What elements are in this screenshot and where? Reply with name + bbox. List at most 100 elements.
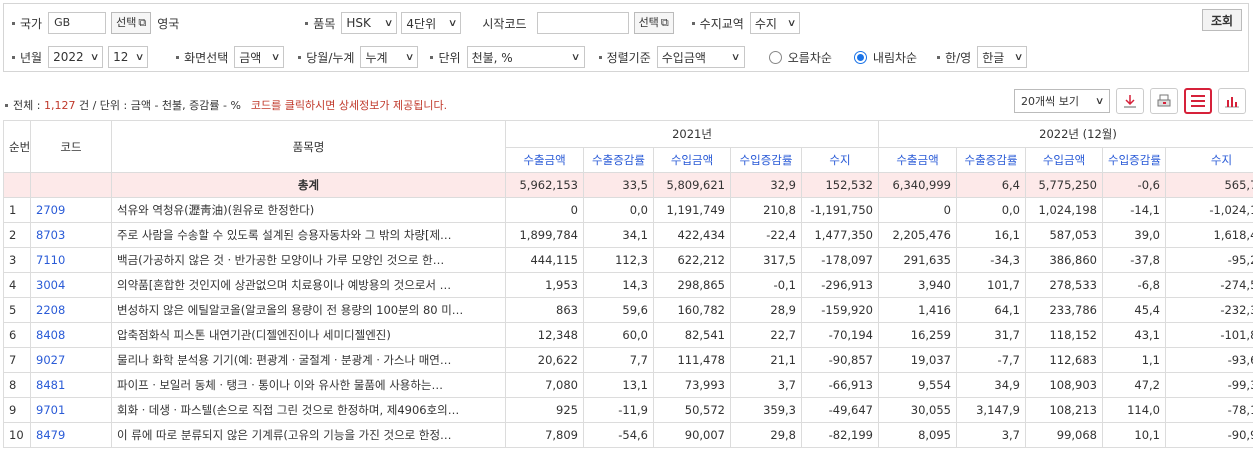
total-cell: 565,749 [1164, 172, 1253, 198]
value-cell: -178,097 [801, 247, 879, 273]
code-link[interactable]: 7110 [30, 247, 112, 273]
list-view-button[interactable] [1184, 88, 1212, 114]
item-name-cell: 의약품[혼합한 것인지에 상관없으며 치료용이나 예방용의 것으로서 … [111, 272, 506, 298]
value-cell: 30,055 [878, 397, 957, 423]
code-link[interactable]: 9027 [30, 347, 112, 373]
unit-select[interactable]: 천불, % ∨ [466, 46, 585, 68]
total-count: 1,127 [43, 98, 76, 112]
item-name-cell: 파이프ㆍ보일러 동체ㆍ탱크ㆍ통이나 이와 유사한 물품에 사용하는… [111, 372, 506, 398]
value-cell: 21,1 [730, 347, 802, 373]
value-cell: 19,037 [878, 347, 957, 373]
download-button[interactable] [1116, 88, 1144, 114]
print-button[interactable] [1150, 88, 1178, 114]
code-link[interactable]: 3004 [30, 272, 112, 298]
code-link[interactable]: 2208 [30, 297, 112, 323]
export-rate-header: 수출증감률 [956, 147, 1026, 173]
total-cell: -0,6 [1102, 172, 1166, 198]
period-value: 누계 [365, 50, 388, 65]
sort-desc-label: 내림차순 [872, 50, 918, 65]
value-cell: 1,477,350 [801, 222, 879, 248]
sort-select[interactable]: 수입금액 ∨ [656, 46, 745, 68]
item-level-select[interactable]: 4단위 ∨ [401, 12, 462, 34]
code-link[interactable]: 8479 [30, 422, 112, 448]
year-select[interactable]: 2022 ∨ [48, 46, 104, 68]
value-cell: 22,7 [730, 322, 802, 348]
trade-value: 수지 [754, 16, 777, 31]
month-select[interactable]: 12 ∨ [108, 46, 149, 68]
lang-select[interactable]: 한글 ∨ [977, 46, 1028, 68]
bullet [176, 55, 180, 59]
value-cell: 101,7 [956, 272, 1026, 298]
start-code-input[interactable] [536, 12, 629, 34]
export-rate-header: 수출증감률 [583, 147, 654, 173]
screen-select[interactable]: 금액 ∨ [234, 46, 285, 68]
rank-cell: 7 [3, 347, 31, 373]
value-cell: 59,6 [583, 297, 654, 323]
notice-text: 코드를 클릭하시면 상세정보가 제공됩니다. [250, 99, 448, 112]
table-row: 8 8481 파이프ㆍ보일러 동체ㆍ탱크ㆍ통이나 이와 유사한 물품에 사용하는… 7… [3, 372, 1253, 398]
bullet [691, 21, 695, 25]
item-name-cell: 변성하지 않은 에틸알코올(알코올의 용량이 전 용량의 100분의 80 미… [111, 297, 506, 323]
trade-select[interactable]: 수지 ∨ [749, 12, 800, 34]
value-cell: -34,3 [956, 247, 1026, 273]
sort-label: 정렬기준 [606, 50, 651, 65]
value-cell: 47,2 [1102, 372, 1166, 398]
sort-desc-radio[interactable]: 내림차순 [853, 49, 918, 66]
radio-circle-checked [853, 50, 867, 64]
rank-cell: 6 [3, 322, 31, 348]
lang-value: 한글 [982, 50, 1005, 65]
page-size-select[interactable]: 20개씩 보기 ∨ [1014, 89, 1110, 113]
country-code-input[interactable]: GB [48, 12, 107, 34]
code-link[interactable]: 2709 [30, 197, 112, 223]
item-name-cell: 이 류에 따로 분류되지 않은 기계류(고유의 기능을 가진 것으로 한정… [111, 422, 506, 448]
search-button[interactable]: 조회 [1202, 9, 1242, 31]
table-row: 6 8408 압축점화식 피스톤 내연기관(디젤엔진이나 세미디젤엔진) 12,348… [3, 322, 1253, 348]
value-cell: 422,434 [653, 222, 731, 248]
total-empty [30, 172, 112, 198]
unit-label: 단위 [438, 50, 461, 65]
start-code-label: 시작코드 [482, 16, 527, 31]
value-cell: 82,541 [653, 322, 731, 348]
chart-view-button[interactable] [1218, 88, 1246, 114]
table-row: 4 3004 의약품[혼합한 것인지에 상관없으며 치료용이나 예방용의 것으로서 … [3, 272, 1253, 298]
country-select-button[interactable]: 선택 ⧉ [111, 12, 152, 34]
unit-info: 건 / 단위 : 금액 - 천불, 증감률 - % [78, 99, 241, 112]
balance-header: 수지 [1164, 147, 1253, 173]
value-cell: 622,212 [653, 247, 731, 273]
code-link[interactable]: 8481 [30, 372, 112, 398]
value-cell: 0 [878, 197, 957, 223]
chevron-down-icon: ∨ [447, 17, 458, 29]
value-cell: 16,1 [956, 222, 1026, 248]
value-cell: -49,647 [801, 397, 879, 423]
start-code-select-button[interactable]: 선택 ⧉ [633, 12, 674, 34]
code-link[interactable]: 9701 [30, 397, 112, 423]
chevron-down-icon: ∨ [89, 51, 100, 63]
value-cell: 99,068 [1025, 422, 1103, 448]
value-cell: -82,199 [801, 422, 879, 448]
value-cell: 1,191,749 [653, 197, 731, 223]
value-cell: 278,533 [1025, 272, 1103, 298]
value-cell: 9,554 [878, 372, 957, 398]
value-cell: 7,7 [583, 347, 654, 373]
sort-asc-radio[interactable]: 오름차순 [768, 49, 832, 66]
value-cell: 386,860 [1025, 247, 1103, 273]
code-link[interactable]: 8408 [30, 322, 112, 348]
total-cell: 6,4 [956, 172, 1026, 198]
value-cell: -37,8 [1102, 247, 1166, 273]
table-row: 9 9701 회화ㆍ데생ㆍ파스텔(손으로 직접 그린 것으로 한정하며, 제4906… [3, 397, 1253, 423]
value-cell: -0,1 [730, 272, 802, 298]
value-cell: 2,205,476 [878, 222, 957, 248]
chevron-down-icon: ∨ [571, 51, 581, 63]
code-link[interactable]: 8703 [30, 222, 112, 248]
period-select[interactable]: 누계 ∨ [360, 46, 419, 68]
list-icon [1191, 95, 1205, 107]
value-cell: 45,4 [1102, 297, 1166, 323]
start-select-label: 선택 [638, 16, 659, 29]
value-cell: 863 [505, 297, 584, 323]
item-type-select[interactable]: HSK ∨ [341, 12, 398, 34]
trade-label: 수지교역 [699, 16, 744, 31]
value-cell: 14,3 [583, 272, 654, 298]
value-cell: -1,191,750 [801, 197, 879, 223]
value-cell: 1,899,784 [505, 222, 584, 248]
year1-header: 2021년 [505, 120, 879, 148]
